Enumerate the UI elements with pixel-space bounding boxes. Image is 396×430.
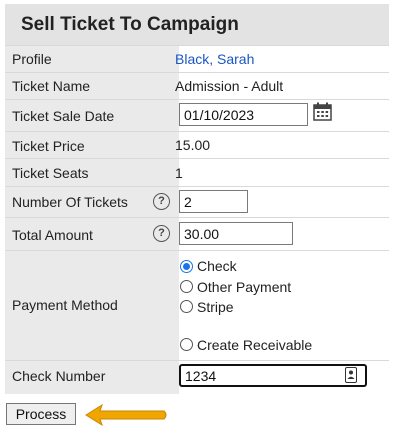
check-number-label: Check Number (12, 368, 106, 384)
radio-create-receivable-label[interactable]: Create Receivable (197, 337, 312, 353)
price-value: 15.00 (175, 137, 211, 153)
price-label: Ticket Price (12, 138, 85, 154)
ticket-name-label: Ticket Name (12, 78, 91, 94)
contact-card-icon[interactable] (345, 367, 357, 383)
radio-check[interactable] (180, 260, 193, 273)
radio-create-receivable[interactable] (180, 338, 193, 351)
radio-stripe-label[interactable]: Stripe (197, 299, 234, 315)
calendar-icon[interactable] (313, 102, 332, 121)
profile-link[interactable]: Black, Sarah (175, 51, 254, 67)
sale-date-input[interactable] (179, 103, 308, 126)
radio-other-payment-label[interactable]: Other Payment (197, 279, 291, 295)
num-tickets-input[interactable] (179, 190, 248, 213)
ticket-name-value: Admission - Adult (175, 78, 284, 94)
seats-label: Ticket Seats (12, 165, 89, 181)
total-input[interactable] (179, 222, 293, 245)
profile-label: Profile (12, 51, 52, 67)
price-cell (179, 132, 389, 158)
seats-cell (179, 159, 389, 186)
arrow-left-icon (85, 403, 167, 427)
seats-value: 1 (175, 165, 183, 181)
num-tickets-label: Number Of Tickets (12, 194, 128, 210)
sale-date-label: Ticket Sale Date (12, 108, 115, 124)
check-number-input[interactable] (179, 364, 367, 387)
radio-check-label[interactable]: Check (197, 258, 237, 274)
help-icon[interactable]: ? (153, 225, 170, 242)
payment-label: Payment Method (12, 297, 118, 313)
process-button[interactable]: Process (6, 403, 76, 425)
help-icon[interactable]: ? (153, 193, 170, 210)
row-seats: Ticket Seats (5, 158, 389, 186)
total-label: Total Amount (12, 227, 93, 243)
page-title: Sell Ticket To Campaign (5, 4, 389, 45)
radio-stripe[interactable] (180, 300, 193, 313)
radio-other-payment[interactable] (180, 280, 193, 293)
